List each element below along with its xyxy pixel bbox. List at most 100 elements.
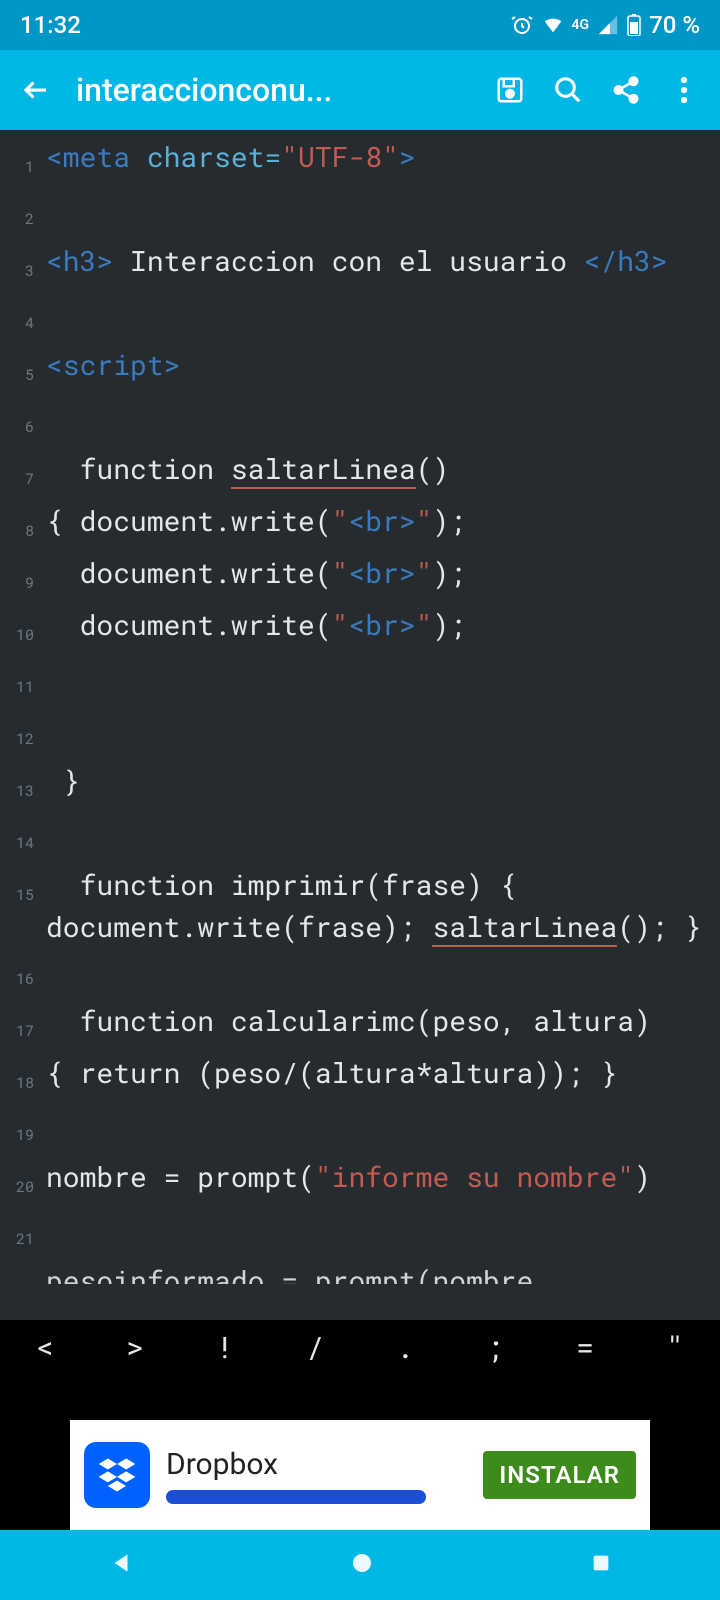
status-bar: 11:32 4G 70 % — [0, 0, 720, 50]
status-icons: 4G 70 % — [510, 11, 700, 39]
search-button[interactable] — [550, 72, 586, 108]
symbol-key[interactable]: ; — [450, 1328, 540, 1367]
code-content[interactable]: nombre = prompt("informe su nombre") — [40, 1156, 720, 1208]
code-line[interactable]: 8{ document.write("<br>"); — [0, 500, 720, 552]
code-content[interactable]: <script> — [40, 344, 720, 396]
line-number: 7 — [0, 448, 40, 500]
code-line[interactable]: 20nombre = prompt("informe su nombre") — [0, 1156, 720, 1208]
code-content[interactable] — [40, 708, 720, 760]
symbol-key[interactable]: / — [270, 1328, 360, 1367]
line-number: 8 — [0, 500, 40, 552]
code-line[interactable]: 12 — [0, 708, 720, 760]
code-content[interactable]: document.write("<br>"); — [40, 604, 720, 656]
line-number: 18 — [0, 1052, 40, 1104]
code-line[interactable]: 10 document.write("<br>"); — [0, 604, 720, 656]
line-number: 11 — [0, 656, 40, 708]
ad-progress-bar — [166, 1490, 426, 1504]
battery-percent: 70 % — [649, 11, 700, 39]
ad-title: Dropbox — [166, 1447, 467, 1482]
line-number: 4 — [0, 292, 40, 344]
ad-banner[interactable]: Dropbox INSTALAR — [70, 1420, 650, 1530]
line-number: 10 — [0, 604, 40, 656]
wifi-icon — [542, 14, 564, 36]
code-content[interactable]: function saltarLinea() — [40, 448, 720, 500]
code-line[interactable]: 13 } — [0, 760, 720, 812]
code-content[interactable] — [40, 1208, 720, 1260]
save-button[interactable] — [492, 72, 528, 108]
code-content[interactable] — [40, 188, 720, 240]
symbol-key[interactable]: " — [630, 1328, 720, 1367]
nav-recent-button[interactable] — [590, 1552, 612, 1578]
code-line[interactable]: 19 — [0, 1104, 720, 1156]
code-line[interactable]: 6 — [0, 396, 720, 448]
code-line[interactable]: 17 function calcularimc(peso, altura) — [0, 1000, 720, 1052]
clock: 11:32 — [20, 11, 81, 39]
symbol-key[interactable]: > — [90, 1328, 180, 1367]
code-content[interactable]: document.write("<br>"); — [40, 552, 720, 604]
code-content[interactable] — [40, 396, 720, 448]
symbol-key[interactable]: = — [540, 1328, 630, 1367]
line-number: 13 — [0, 760, 40, 812]
code-line[interactable]: 18{ return (peso/(altura*altura)); } — [0, 1052, 720, 1104]
code-line[interactable]: 21 — [0, 1208, 720, 1260]
nav-back-button[interactable] — [108, 1550, 134, 1580]
code-line[interactable]: 7 function saltarLinea() — [0, 448, 720, 500]
line-number: 19 — [0, 1104, 40, 1156]
code-content[interactable]: <meta charset="UTF-8"> — [40, 136, 720, 188]
code-content[interactable]: function imprimir(frase) { document.writ… — [40, 864, 720, 948]
line-number: 3 — [0, 240, 40, 292]
line-number: 21 — [0, 1208, 40, 1260]
code-line[interactable]: 9 document.write("<br>"); — [0, 552, 720, 604]
code-content[interactable] — [40, 292, 720, 344]
code-content[interactable]: } — [40, 760, 720, 812]
line-number: 14 — [0, 812, 40, 864]
app-bar: interaccionconu... — [0, 50, 720, 130]
code-content[interactable] — [40, 1104, 720, 1156]
dropbox-icon — [84, 1442, 150, 1508]
code-line[interactable]: 15 function imprimir(frase) { document.w… — [0, 864, 720, 948]
line-number: 12 — [0, 708, 40, 760]
back-button[interactable] — [18, 72, 54, 108]
code-content[interactable] — [40, 812, 720, 864]
alarm-icon — [510, 13, 534, 37]
code-editor[interactable]: 1<meta charset="UTF-8">2 3<h3> Interacci… — [0, 130, 720, 1320]
code-line[interactable]: 3<h3> Interaccion con el usuario </h3> — [0, 240, 720, 292]
code-line[interactable]: 1<meta charset="UTF-8"> — [0, 136, 720, 188]
code-line-partial[interactable]: pesoinformado = prompt(nombre — [0, 1260, 720, 1284]
code-content[interactable]: { document.write("<br>"); — [40, 500, 720, 552]
line-number: 20 — [0, 1156, 40, 1208]
code-content[interactable]: function calcularimc(peso, altura) — [40, 1000, 720, 1052]
line-number: 6 — [0, 396, 40, 448]
app-title: interaccionconu... — [76, 71, 470, 109]
install-button[interactable]: INSTALAR — [483, 1451, 636, 1499]
code-content[interactable] — [40, 656, 720, 708]
symbol-key[interactable]: < — [0, 1328, 90, 1367]
ad-content: Dropbox — [166, 1447, 467, 1504]
system-nav-bar — [0, 1530, 720, 1600]
line-number: 2 — [0, 188, 40, 240]
symbol-row: <>!/.;=" — [0, 1320, 720, 1374]
network-label: 4G — [572, 17, 590, 33]
line-number: 5 — [0, 344, 40, 396]
code-line[interactable]: 11 — [0, 656, 720, 708]
line-number: 9 — [0, 552, 40, 604]
code-line[interactable]: 4 — [0, 292, 720, 344]
code-line[interactable]: 5<script> — [0, 344, 720, 396]
line-number: 1 — [0, 136, 40, 188]
nav-home-button[interactable] — [350, 1551, 374, 1579]
ad-spacer — [0, 1374, 720, 1420]
symbol-key[interactable]: ! — [180, 1328, 270, 1367]
battery-icon — [627, 14, 641, 36]
overflow-menu-button[interactable] — [666, 72, 702, 108]
code-line[interactable]: 16 — [0, 948, 720, 1000]
symbol-key[interactable]: . — [360, 1328, 450, 1367]
code-content[interactable]: { return (peso/(altura*altura)); } — [40, 1052, 720, 1104]
code-line[interactable]: 2 — [0, 188, 720, 240]
line-number: 17 — [0, 1000, 40, 1052]
share-button[interactable] — [608, 72, 644, 108]
signal-icon — [597, 14, 619, 36]
code-line[interactable]: 14 — [0, 812, 720, 864]
code-content[interactable] — [40, 948, 720, 1000]
line-number: 16 — [0, 948, 40, 1000]
code-content[interactable]: <h3> Interaccion con el usuario </h3> — [40, 240, 720, 292]
